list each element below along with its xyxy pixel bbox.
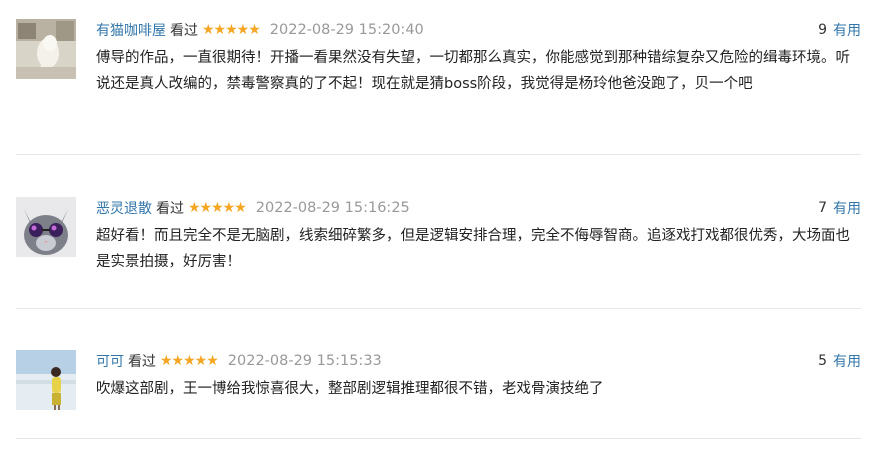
review-time: 2022-08-29 15:15:33: [227, 353, 382, 369]
useful-button[interactable]: 有用: [833, 20, 861, 40]
review-list: 有猫咖啡屋 看过 ★★★★★ 2022-08-29 15:20:40 9 有用 …: [0, 0, 887, 456]
review-time: 2022-08-29 15:16:25: [255, 200, 410, 216]
review-meta: 有猫咖啡屋 看过 ★★★★★ 2022-08-29 15:20:40: [96, 19, 424, 41]
cat-sunglasses-avatar[interactable]: [16, 197, 76, 257]
review-item: 可可 看过 ★★★★★ 2022-08-29 15:15:33 5 有用 吹爆这…: [16, 350, 861, 439]
review-meta: 可可 看过 ★★★★★ 2022-08-29 15:15:33: [96, 350, 382, 372]
watch-status: 看过: [128, 354, 156, 370]
review-content: 超好看！而且完全不是无脑剧，线索细碎繁多，但是逻辑安排合理，完全不侮辱智商。追逐…: [96, 228, 850, 270]
useful-button[interactable]: 有用: [833, 198, 861, 218]
watch-status: 看过: [156, 201, 184, 217]
useful-count: 5: [818, 353, 827, 369]
username-link[interactable]: 恶灵退散: [96, 198, 152, 218]
star-rating: ★★★★★: [202, 22, 261, 38]
username-link[interactable]: 可可: [96, 351, 124, 371]
useful-vote: 5 有用: [818, 350, 861, 372]
review-content: 吹爆这部剧，王一博给我惊喜很大，整部剧逻辑推理都很不错，老戏骨演技绝了: [96, 381, 604, 397]
useful-button[interactable]: 有用: [833, 351, 861, 371]
star-rating: ★★★★★: [188, 200, 247, 216]
review-content: 傅导的作品，一直很期待！开播一看果然没有失望，一切都那么真实，你能感觉到那种错综…: [96, 50, 850, 92]
username-link[interactable]: 有猫咖啡屋: [96, 20, 166, 40]
review-item: 恶灵退散 看过 ★★★★★ 2022-08-29 15:16:25 7 有用 超…: [16, 197, 861, 309]
useful-vote: 9 有用: [818, 19, 861, 41]
review-time: 2022-08-29 15:20:40: [269, 22, 424, 38]
useful-count: 7: [818, 200, 827, 216]
useful-count: 9: [818, 22, 827, 38]
useful-vote: 7 有用: [818, 197, 861, 219]
person-beach-avatar[interactable]: [16, 350, 76, 410]
cat-statue-avatar[interactable]: [16, 19, 76, 79]
watch-status: 看过: [170, 23, 198, 39]
star-rating: ★★★★★: [160, 353, 219, 369]
review-meta: 恶灵退散 看过 ★★★★★ 2022-08-29 15:16:25: [96, 197, 410, 219]
review-item: 有猫咖啡屋 看过 ★★★★★ 2022-08-29 15:20:40 9 有用 …: [16, 19, 861, 155]
